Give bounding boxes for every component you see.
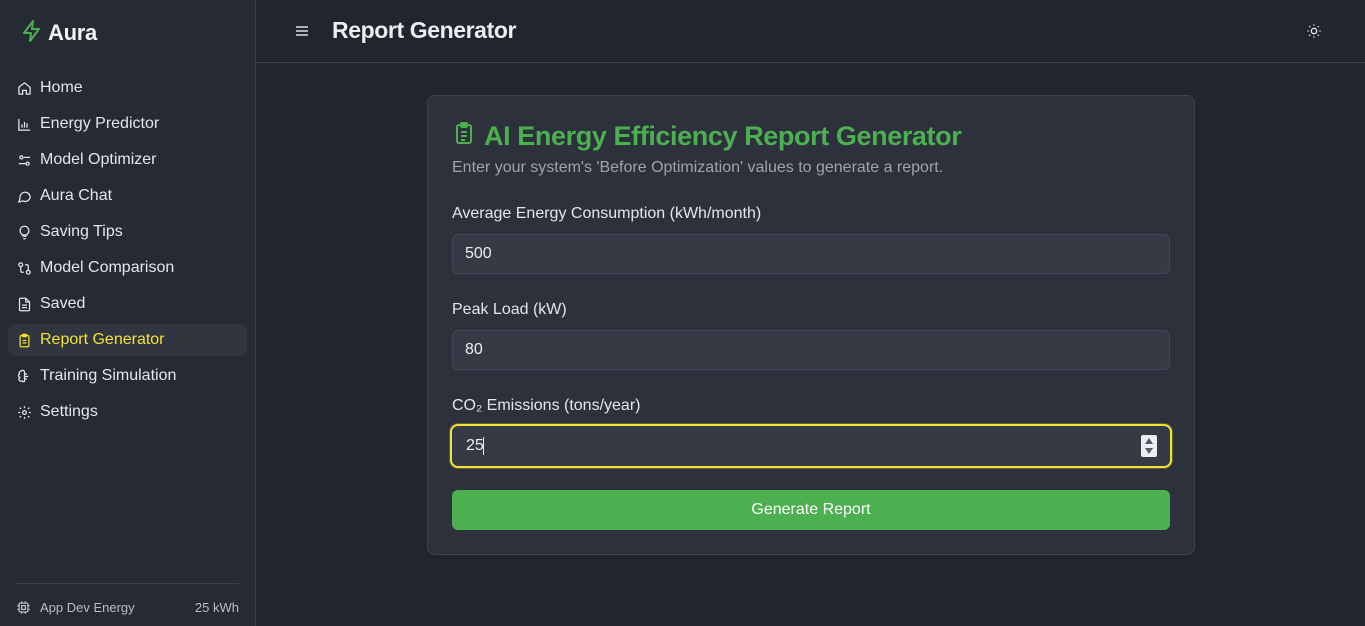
sun-icon bbox=[1307, 24, 1321, 38]
compare-icon bbox=[16, 260, 32, 276]
sliders-icon bbox=[16, 152, 32, 168]
sidebar-item-saving-tips[interactable]: Saving Tips bbox=[8, 216, 247, 248]
top-header: Report Generator bbox=[256, 0, 1365, 63]
gear-icon bbox=[16, 404, 32, 420]
home-icon bbox=[16, 80, 32, 96]
chat-icon bbox=[16, 188, 32, 204]
sidebar-item-label: Training Simulation bbox=[40, 367, 177, 384]
sidebar-item-aura-chat[interactable]: Aura Chat bbox=[8, 180, 247, 212]
peak-load-input[interactable] bbox=[452, 330, 1170, 370]
report-generator-card: AI Energy Efficiency Report Generator En… bbox=[427, 95, 1195, 555]
sidebar-divider bbox=[16, 583, 239, 584]
sidebar: Aura Home Energy Predictor Model Optimiz… bbox=[0, 0, 256, 626]
page-title: Report Generator bbox=[332, 17, 517, 43]
brand-name: Aura bbox=[48, 20, 97, 45]
co2-emissions-label: CO₂ Emissions (tons/year) bbox=[452, 397, 641, 414]
lightbulb-icon bbox=[16, 224, 32, 240]
card-title-text: AI Energy Efficiency Report Generator bbox=[484, 120, 962, 151]
energy-consumption-input[interactable] bbox=[452, 234, 1170, 274]
sidebar-nav: Home Energy Predictor Model Optimizer Au… bbox=[8, 72, 247, 432]
sidebar-item-training-simulation[interactable]: Training Simulation bbox=[8, 360, 247, 392]
sidebar-item-label: Saved bbox=[40, 295, 86, 312]
sidebar-item-label: Home bbox=[40, 79, 83, 96]
clipboard-icon bbox=[452, 121, 476, 152]
energy-status: App Dev Energy 25 kWh bbox=[16, 598, 239, 616]
file-icon bbox=[16, 296, 32, 312]
peak-load-label: Peak Load (kW) bbox=[452, 301, 567, 318]
generate-report-button[interactable]: Generate Report bbox=[452, 490, 1170, 530]
sidebar-item-label: Energy Predictor bbox=[40, 115, 160, 132]
brand-logo[interactable]: Aura bbox=[20, 19, 97, 48]
bar-chart-icon bbox=[16, 116, 32, 132]
sidebar-item-model-comparison[interactable]: Model Comparison bbox=[8, 252, 247, 284]
sidebar-item-saved[interactable]: Saved bbox=[8, 288, 247, 320]
brain-icon bbox=[16, 368, 32, 384]
energy-consumption-label: Average Energy Consumption (kWh/month) bbox=[452, 205, 762, 222]
card-title: AI Energy Efficiency Report Generator bbox=[452, 120, 962, 152]
text-caret bbox=[483, 437, 484, 455]
hamburger-icon bbox=[296, 26, 308, 36]
theme-toggle-button[interactable] bbox=[1306, 22, 1322, 40]
number-stepper[interactable] bbox=[1141, 435, 1157, 457]
clipboard-icon bbox=[16, 332, 32, 348]
sidebar-item-label: Aura Chat bbox=[40, 187, 113, 204]
energy-status-label: App Dev Energy bbox=[40, 599, 135, 615]
sidebar-item-label: Model Optimizer bbox=[40, 151, 157, 168]
sidebar-item-model-optimizer[interactable]: Model Optimizer bbox=[8, 144, 247, 176]
co2-emissions-input[interactable] bbox=[450, 424, 1172, 468]
lightning-icon bbox=[20, 19, 44, 48]
sidebar-item-label: Model Comparison bbox=[40, 259, 175, 276]
energy-status-value: 25 kWh bbox=[194, 599, 239, 615]
stepper-up-icon[interactable] bbox=[1145, 438, 1153, 444]
sidebar-item-label: Settings bbox=[40, 403, 98, 420]
sidebar-item-energy-predictor[interactable]: Energy Predictor bbox=[8, 108, 247, 140]
sidebar-item-label: Report Generator bbox=[40, 331, 165, 348]
sidebar-item-home[interactable]: Home bbox=[8, 72, 247, 104]
sidebar-item-report-generator[interactable]: Report Generator bbox=[8, 324, 247, 356]
sidebar-item-settings[interactable]: Settings bbox=[8, 396, 247, 428]
cpu-icon bbox=[16, 599, 32, 615]
card-subtitle: Enter your system's 'Before Optimization… bbox=[452, 159, 944, 176]
menu-toggle-button[interactable] bbox=[294, 22, 310, 40]
sidebar-item-label: Saving Tips bbox=[40, 223, 123, 240]
stepper-down-icon[interactable] bbox=[1145, 448, 1153, 454]
